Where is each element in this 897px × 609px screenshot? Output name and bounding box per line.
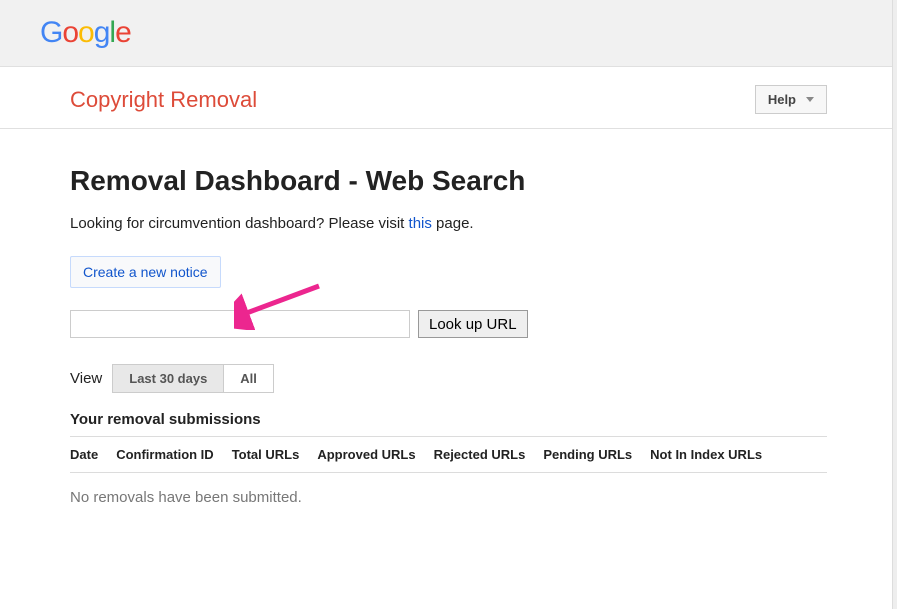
tab-all[interactable]: All (224, 365, 273, 392)
view-filter-row: View Last 30 days All (70, 364, 827, 393)
google-logo[interactable]: Google (40, 16, 857, 50)
create-new-notice-button[interactable]: Create a new notice (70, 256, 221, 288)
lookup-row: Look up URL (70, 310, 827, 338)
section-title: Copyright Removal (70, 87, 257, 113)
url-lookup-input[interactable] (70, 310, 410, 338)
help-button-label: Help (768, 92, 796, 107)
header-row: Copyright Removal Help (0, 67, 897, 129)
col-date: Date (70, 447, 98, 462)
col-total-urls: Total URLs (232, 447, 300, 462)
circumvention-hint: Looking for circumvention dashboard? Ple… (70, 215, 827, 232)
submissions-table-header: Date Confirmation ID Total URLs Approved… (70, 447, 827, 473)
view-tab-group: Last 30 days All (112, 364, 274, 393)
col-not-in-index: Not In Index URLs (650, 447, 762, 462)
submissions-title: Your removal submissions (70, 411, 827, 437)
view-label: View (70, 370, 102, 387)
chevron-down-icon (806, 97, 814, 102)
col-rejected-urls: Rejected URLs (434, 447, 526, 462)
col-pending-urls: Pending URLs (543, 447, 632, 462)
top-bar: Google (0, 0, 897, 67)
empty-submissions-message: No removals have been submitted. (70, 489, 827, 506)
right-scrollbar-edge (892, 0, 897, 609)
circumvention-link[interactable]: this (409, 215, 432, 232)
tab-last-30-days[interactable]: Last 30 days (113, 365, 224, 392)
lookup-url-button[interactable]: Look up URL (418, 310, 528, 338)
col-confirmation-id: Confirmation ID (116, 447, 214, 462)
help-button[interactable]: Help (755, 85, 827, 114)
page-title: Removal Dashboard - Web Search (70, 165, 827, 197)
main-content: Removal Dashboard - Web Search Looking f… (0, 129, 897, 506)
col-approved-urls: Approved URLs (317, 447, 415, 462)
